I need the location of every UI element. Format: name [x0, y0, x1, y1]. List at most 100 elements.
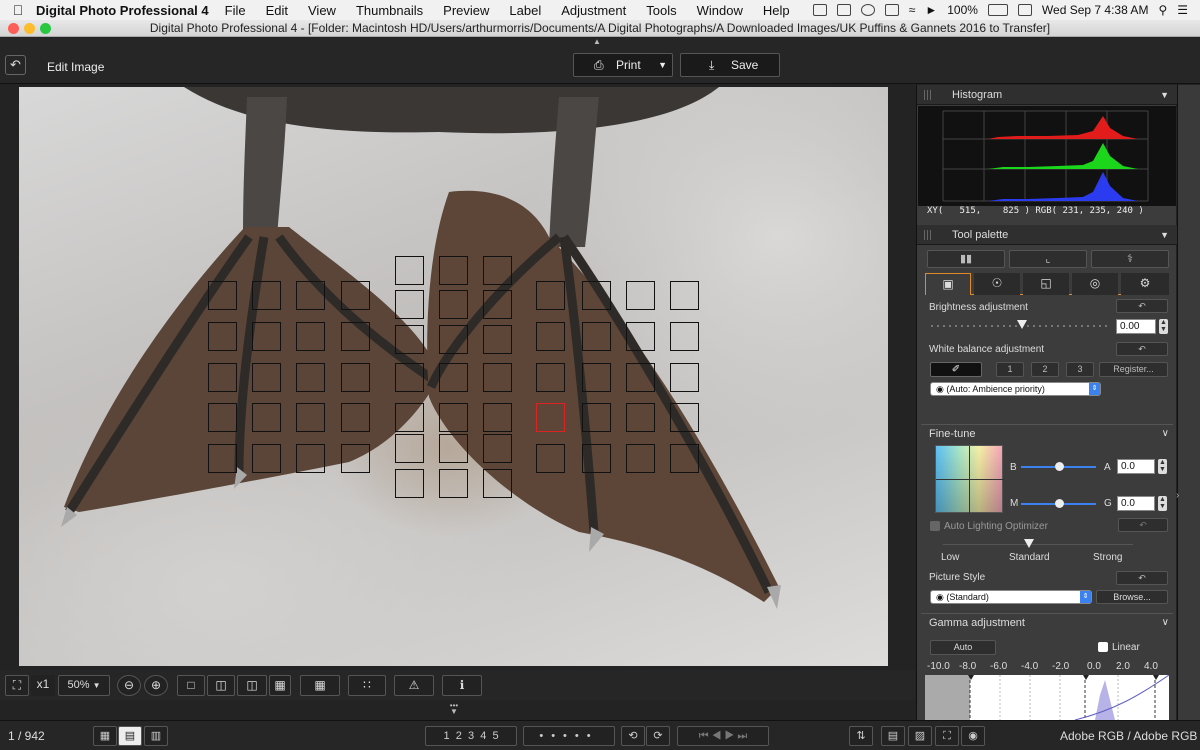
- a-stepper-icon[interactable]: ▲ ▼: [1158, 459, 1167, 474]
- alo-slider-knob[interactable]: [1024, 539, 1034, 548]
- tab-basic[interactable]: ▣: [925, 273, 971, 295]
- right-panel-scrollbar[interactable]: ›: [1176, 85, 1200, 720]
- filmstrip-button[interactable]: ▤: [118, 726, 142, 746]
- info-button[interactable]: ℹ: [442, 675, 482, 696]
- notification-center-icon[interactable]: ☰: [1177, 3, 1188, 17]
- histogram-toggle-button[interactable]: ▤: [881, 726, 905, 746]
- rating-2[interactable]: 2: [456, 730, 462, 742]
- menu-preview[interactable]: Preview: [443, 3, 489, 18]
- list-view-button[interactable]: ▥: [144, 726, 168, 746]
- print-dropdown-icon[interactable]: ▼: [658, 54, 667, 76]
- brightness-stepper-icon[interactable]: ▲ ▼: [1159, 319, 1168, 334]
- print-button[interactable]: ⎙ Print ▼: [573, 53, 673, 77]
- panel-handle-icon[interactable]: ›: [1176, 490, 1179, 501]
- stamp-tool-button[interactable]: ⚕: [1091, 250, 1169, 268]
- rating-1[interactable]: 1: [443, 730, 449, 742]
- gamma-curve-graph[interactable]: [925, 675, 1169, 720]
- fine-tune-header[interactable]: Fine-tune ∨: [921, 424, 1173, 442]
- brightness-reset-button[interactable]: ↶: [1116, 299, 1168, 313]
- crop-tool-button[interactable]: ⌞: [1009, 250, 1087, 268]
- histogram-dropdown-icon[interactable]: ▼: [1160, 85, 1169, 105]
- collapse-chevron-icon[interactable]: ∨: [1162, 614, 1169, 632]
- split-view-button[interactable]: ◫: [237, 675, 267, 696]
- wb-preset-3-button[interactable]: 3: [1066, 362, 1094, 377]
- cloud-icon[interactable]: [836, 4, 851, 16]
- eyedropper-button[interactable]: ✐: [930, 362, 982, 377]
- wb-preset-1-button[interactable]: 1: [996, 362, 1024, 377]
- collapse-chevron-icon[interactable]: ∨: [1162, 425, 1169, 443]
- color-wheel-picker[interactable]: [935, 445, 1004, 514]
- browse-button[interactable]: Browse...: [1096, 590, 1168, 604]
- apple-menu-icon[interactable]: : [0, 2, 36, 18]
- af-point-display-button[interactable]: ∷: [348, 675, 386, 696]
- tab-color[interactable]: ◎: [1072, 273, 1118, 295]
- menu-file[interactable]: File: [225, 3, 246, 18]
- m-g-slider-knob[interactable]: [1055, 499, 1064, 508]
- menu-label[interactable]: Label: [509, 3, 541, 18]
- menu-window[interactable]: Window: [697, 3, 743, 18]
- copy-status-icon[interactable]: [812, 4, 827, 16]
- zoom-window-button[interactable]: [40, 23, 51, 34]
- save-button[interactable]: ⤓ Save: [680, 53, 780, 77]
- fit-screen-button[interactable]: ⛶: [5, 675, 29, 696]
- grip-icon[interactable]: [924, 230, 933, 240]
- back-button[interactable]: ↶: [5, 55, 26, 75]
- single-view-button[interactable]: □: [177, 675, 205, 696]
- first-image-icon[interactable]: ⏮: [699, 730, 709, 742]
- close-window-button[interactable]: [8, 23, 19, 34]
- menubar-clock[interactable]: Wed Sep 7 4:38 AM: [1042, 3, 1149, 17]
- menu-thumbnails[interactable]: Thumbnails: [356, 3, 423, 18]
- alo-reset-button[interactable]: ↶: [1118, 518, 1168, 532]
- menu-tools[interactable]: Tools: [646, 3, 676, 18]
- star-rating-dots[interactable]: •••••: [523, 726, 615, 746]
- brightness-slider-knob[interactable]: [1017, 320, 1027, 329]
- g-stepper-icon[interactable]: ▲ ▼: [1158, 496, 1167, 511]
- rating-4[interactable]: 4: [480, 730, 486, 742]
- sort-button[interactable]: ⇅: [849, 726, 873, 746]
- bluetooth-icon[interactable]: [884, 4, 899, 16]
- tool-palette-header[interactable]: Tool palette ▼: [917, 225, 1177, 245]
- alo-checkbox[interactable]: [930, 521, 940, 531]
- a-value-input[interactable]: 0.0: [1117, 459, 1155, 474]
- minimize-window-button[interactable]: [24, 23, 35, 34]
- previous-image-icon[interactable]: ◀: [712, 730, 722, 742]
- alo-slider[interactable]: [943, 544, 1133, 545]
- rating-buttons[interactable]: 1 2 3 4 5: [425, 726, 517, 746]
- brightness-value-input[interactable]: 0.00: [1116, 319, 1156, 334]
- collapse-toolbar-icon[interactable]: ▲: [593, 37, 601, 46]
- zoom-level-select[interactable]: 50% ▼: [58, 675, 110, 696]
- tab-tone[interactable]: ☉: [974, 273, 1020, 295]
- wb-preset-2-button[interactable]: 2: [1031, 362, 1059, 377]
- menu-adjustment[interactable]: Adjustment: [561, 3, 626, 18]
- grid-overlay-button[interactable]: ▦: [300, 675, 340, 696]
- gamma-auto-button[interactable]: Auto: [930, 640, 996, 655]
- clock-icon[interactable]: [860, 4, 875, 16]
- picture-style-select[interactable]: ◉ (Standard) ⇕: [930, 590, 1092, 604]
- white-balance-reset-button[interactable]: ↶: [1116, 342, 1168, 356]
- spotlight-icon[interactable]: ⚲: [1158, 3, 1167, 17]
- menu-edit[interactable]: Edit: [266, 3, 288, 18]
- volume-icon[interactable]: ►: [925, 3, 937, 17]
- rotate-right-button[interactable]: ⟳: [646, 726, 670, 746]
- grid-thumbnail-button[interactable]: ▦: [93, 726, 117, 746]
- comparison-view-toggle[interactable]: ◫: [207, 675, 235, 696]
- zoom-1x-button[interactable]: x1: [31, 675, 55, 696]
- rating-3[interactable]: 3: [468, 730, 474, 742]
- menu-view[interactable]: View: [308, 3, 336, 18]
- tab-curve[interactable]: ◱: [1023, 273, 1069, 295]
- battery-icon[interactable]: [987, 4, 1008, 16]
- app-menu[interactable]: Digital Photo Professional 4: [36, 3, 209, 18]
- zoom-out-button[interactable]: ⊖: [117, 675, 141, 696]
- gamma-header[interactable]: Gamma adjustment ∨: [921, 613, 1173, 631]
- menu-help[interactable]: Help: [763, 3, 790, 18]
- tool-palette-dropdown-icon[interactable]: ▼: [1160, 225, 1169, 245]
- zoom-in-button[interactable]: ⊕: [144, 675, 168, 696]
- wifi-icon[interactable]: ≈: [909, 3, 916, 17]
- linear-checkbox[interactable]: [1098, 642, 1108, 652]
- camera-settings-button[interactable]: ◉: [961, 726, 985, 746]
- navigation-buttons[interactable]: ⏮ ◀ ▶ ⏭: [677, 726, 769, 746]
- palette-toggle-button[interactable]: ▨: [908, 726, 932, 746]
- highlight-warning-button[interactable]: ⚠: [394, 675, 434, 696]
- rating-5[interactable]: 5: [492, 730, 498, 742]
- fullscreen-button[interactable]: ⛶: [935, 726, 959, 746]
